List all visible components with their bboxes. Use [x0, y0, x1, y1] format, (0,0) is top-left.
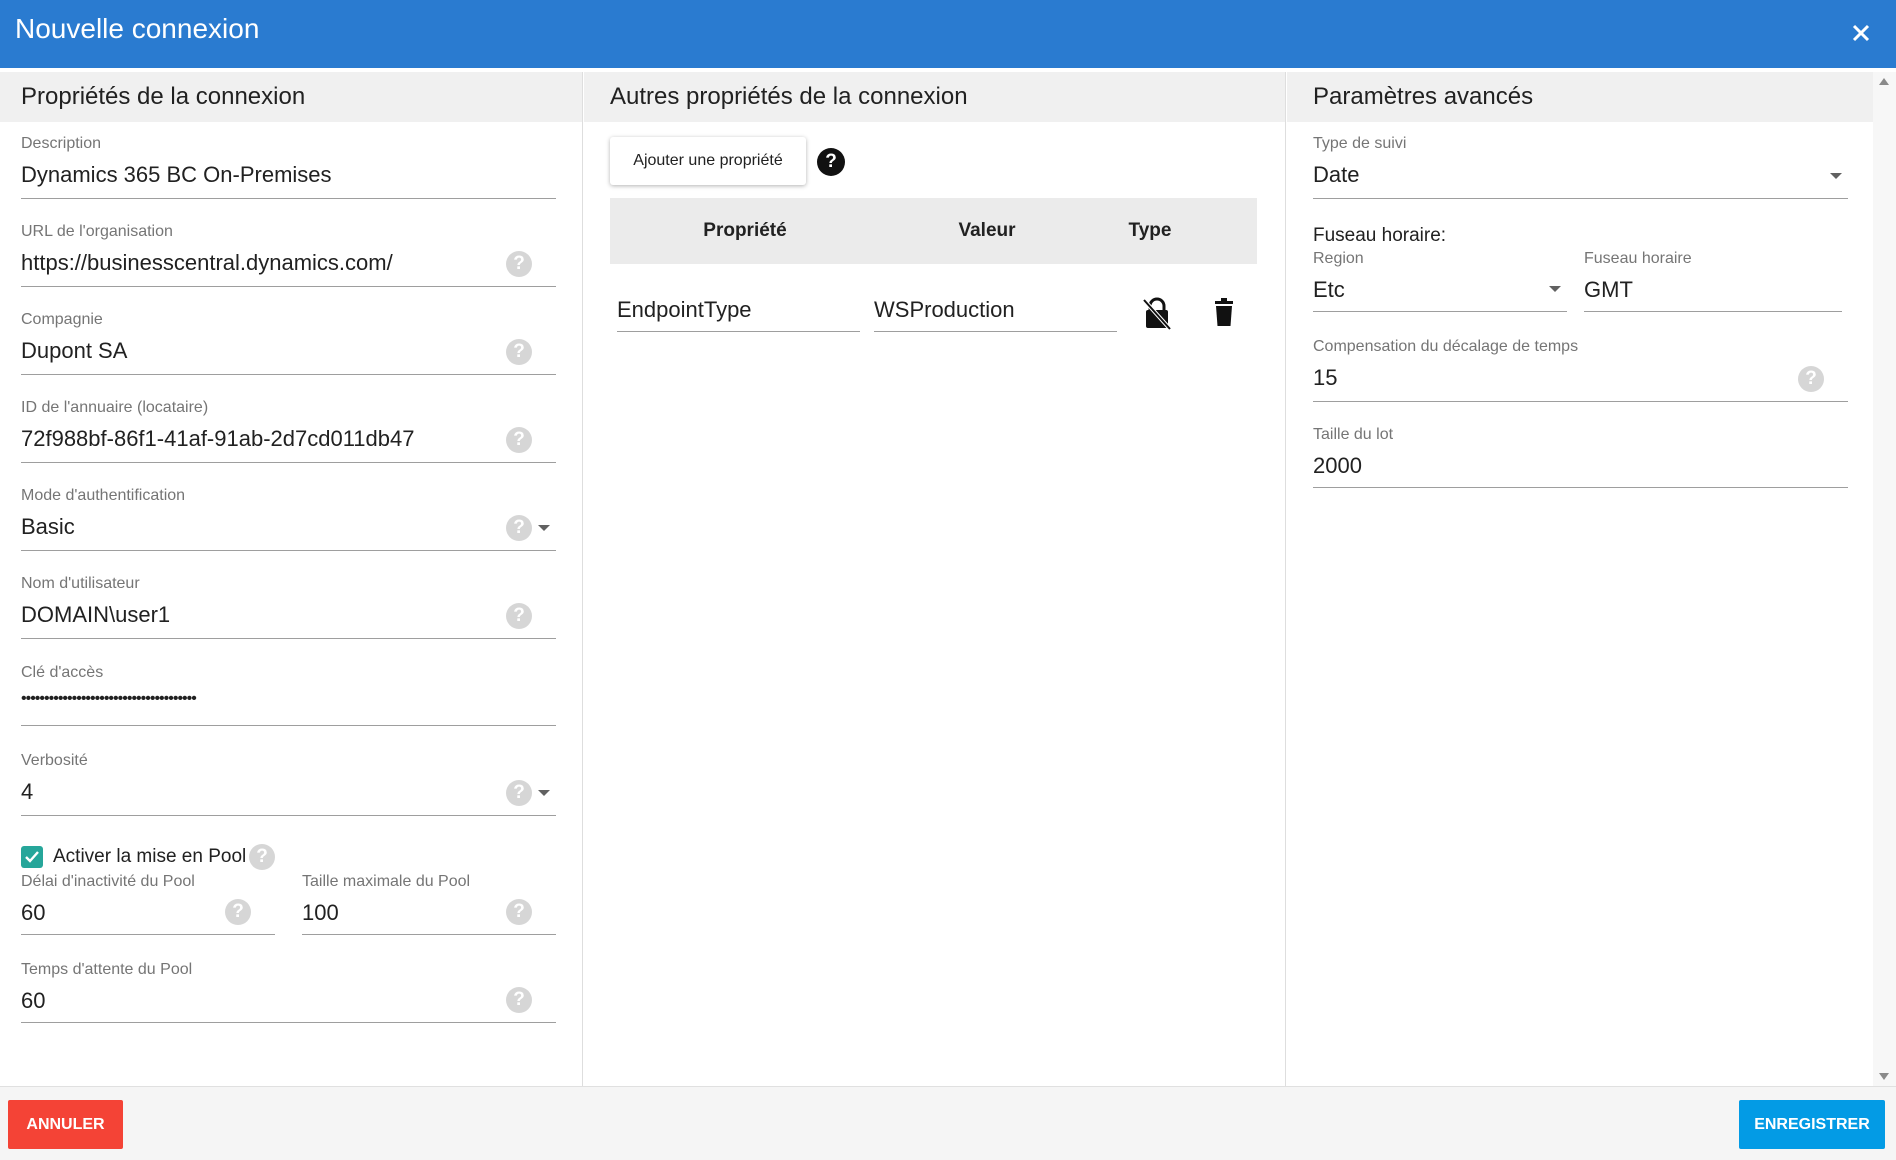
other-properties-panel: Autres propriétés de la connexion Ajoute… [584, 72, 1286, 1086]
time-offset-field[interactable]: Compensation du décalage de temps 15 ? [1313, 338, 1848, 402]
chevron-down-icon[interactable] [1549, 286, 1561, 292]
property-value-input[interactable]: WSProduction [874, 290, 1117, 332]
lock-off-icon[interactable] [1141, 296, 1173, 331]
help-icon[interactable]: ? [249, 844, 275, 870]
field-label: URL de l'organisation [21, 223, 173, 240]
panel-header: Paramètres avancés [1287, 72, 1873, 122]
add-property-button[interactable]: Ajouter une propriété [610, 137, 806, 185]
timezone-section-title: Fuseau horaire: [1313, 225, 1447, 246]
region-value[interactable]: Etc [1313, 276, 1345, 304]
field-label: Taille maximale du Pool [302, 873, 471, 890]
field-label: Compensation du décalage de temps [1313, 338, 1579, 355]
pool-enable-checkbox[interactable] [21, 846, 43, 868]
field-label: Nom d'utilisateur [21, 575, 140, 592]
pool-idle-field[interactable]: Délai d'inactivité du Pool 60 ? [21, 873, 275, 935]
dialog-footer: ANNULER ENREGISTRER [0, 1086, 1896, 1160]
help-icon[interactable]: ? [506, 515, 532, 541]
chevron-down-icon[interactable] [1830, 173, 1842, 179]
help-icon[interactable]: ? [506, 780, 532, 806]
panel-title: Autres propriétés de la connexion [610, 83, 968, 110]
help-icon[interactable]: ? [817, 148, 845, 176]
username-field[interactable]: Nom d'utilisateur DOMAIN\user1 ? [21, 575, 556, 639]
tenant-id-input[interactable]: 72f988bf-86f1-41af-91ab-2d7cd011db47 [21, 425, 414, 453]
connection-properties-panel: Propriétés de la connexion Description D… [0, 72, 583, 1086]
field-label: Temps d'attente du Pool [21, 961, 193, 978]
pool-idle-input[interactable]: 60 [21, 899, 45, 927]
dialog-body: Propriétés de la connexion Description D… [0, 72, 1896, 1086]
help-icon[interactable]: ? [506, 339, 532, 365]
tracking-type-value[interactable]: Date [1313, 161, 1359, 189]
access-key-field[interactable]: Clé d'accès ••••••••••••••••••••••••••••… [21, 664, 556, 726]
time-offset-input[interactable]: 15 [1313, 364, 1337, 392]
field-label: Verbosité [21, 752, 88, 769]
field-label: Mode d'authentification [21, 487, 186, 504]
field-label: Region [1313, 250, 1364, 267]
chevron-down-icon[interactable] [538, 790, 550, 796]
tenant-id-field[interactable]: ID de l'annuaire (locataire) 72f988bf-86… [21, 399, 556, 463]
help-icon[interactable]: ? [506, 899, 532, 925]
field-label: Délai d'inactivité du Pool [21, 873, 195, 890]
timezone-field[interactable]: Fuseau horaire GMT [1584, 250, 1842, 312]
verbosity-select[interactable]: Verbosité 4 ? [21, 752, 556, 816]
dialog-header: Nouvelle connexion [0, 0, 1896, 68]
auth-mode-value[interactable]: Basic [21, 513, 75, 541]
cancel-button[interactable]: ANNULER [8, 1100, 123, 1149]
username-input[interactable]: DOMAIN\user1 [21, 601, 170, 629]
pool-wait-input[interactable]: 60 [21, 987, 45, 1015]
panel-header: Autres propriétés de la connexion [584, 72, 1285, 122]
company-input[interactable]: Dupont SA [21, 337, 127, 365]
save-button[interactable]: ENREGISTRER [1739, 1100, 1885, 1149]
dialog-title: Nouvelle connexion [15, 13, 260, 44]
panel-header: Propriétés de la connexion [0, 72, 582, 122]
auth-mode-select[interactable]: Mode d'authentification Basic ? [21, 487, 556, 551]
help-icon[interactable]: ? [506, 251, 532, 277]
trash-icon[interactable] [1208, 296, 1240, 330]
panel-title: Paramètres avancés [1313, 83, 1534, 110]
field-label: Description [21, 135, 102, 152]
chevron-down-icon[interactable] [538, 525, 550, 531]
description-field[interactable]: Description Dynamics 365 BC On-Premises [21, 135, 556, 199]
help-icon[interactable]: ? [506, 987, 532, 1013]
verbosity-value[interactable]: 4 [21, 778, 33, 806]
field-label: ID de l'annuaire (locataire) [21, 399, 209, 416]
org-url-field[interactable]: URL de l'organisation https://businessce… [21, 223, 556, 287]
tracking-type-select[interactable]: Type de suivi Date [1313, 135, 1848, 199]
pool-max-field[interactable]: Taille maximale du Pool 100 ? [302, 873, 556, 935]
help-icon[interactable]: ? [225, 899, 251, 925]
timezone-input[interactable]: GMT [1584, 276, 1633, 304]
company-field[interactable]: Compagnie Dupont SA ? [21, 311, 556, 375]
help-icon[interactable]: ? [506, 427, 532, 453]
field-label: Clé d'accès [21, 664, 104, 681]
property-name-input[interactable]: EndpointType [617, 290, 860, 332]
field-label: Taille du lot [1313, 426, 1394, 443]
help-icon[interactable]: ? [1798, 366, 1824, 392]
advanced-settings-panel: Paramètres avancés Type de suivi Date Fu… [1287, 72, 1873, 1086]
field-label: Type de suivi [1313, 135, 1407, 152]
field-label: Compagnie [21, 311, 103, 328]
pool-wait-field[interactable]: Temps d'attente du Pool 60 ? [21, 961, 556, 1023]
org-url-input[interactable]: https://businesscentral.dynamics.com/ [21, 249, 393, 277]
batch-size-field[interactable]: Taille du lot 2000 [1313, 426, 1848, 488]
region-select[interactable]: Region Etc [1313, 250, 1567, 312]
scroll-up-arrow-icon[interactable] [1879, 78, 1889, 85]
field-label: Fuseau horaire [1584, 250, 1692, 267]
pool-enable-label[interactable]: Activer la mise en Pool [53, 846, 246, 868]
panel-title: Propriétés de la connexion [21, 83, 306, 110]
column-header-type: Type [1128, 220, 1172, 241]
scroll-down-arrow-icon[interactable] [1879, 1073, 1889, 1080]
new-connection-dialog: Nouvelle connexion Propriétés de la conn… [0, 0, 1896, 1160]
close-icon[interactable] [1844, 16, 1878, 50]
access-key-input[interactable]: •••••••••••••••••••••••••••••••••••••• [21, 690, 197, 708]
description-input[interactable]: Dynamics 365 BC On-Premises [21, 161, 332, 189]
vertical-scrollbar[interactable] [1873, 72, 1896, 1086]
column-header-value: Valeur [958, 220, 1016, 241]
pool-max-input[interactable]: 100 [302, 899, 339, 927]
properties-table-header: Propriété Valeur Type [610, 198, 1257, 264]
column-header-property: Propriété [703, 220, 787, 241]
help-icon[interactable]: ? [506, 603, 532, 629]
batch-size-input[interactable]: 2000 [1313, 452, 1362, 480]
